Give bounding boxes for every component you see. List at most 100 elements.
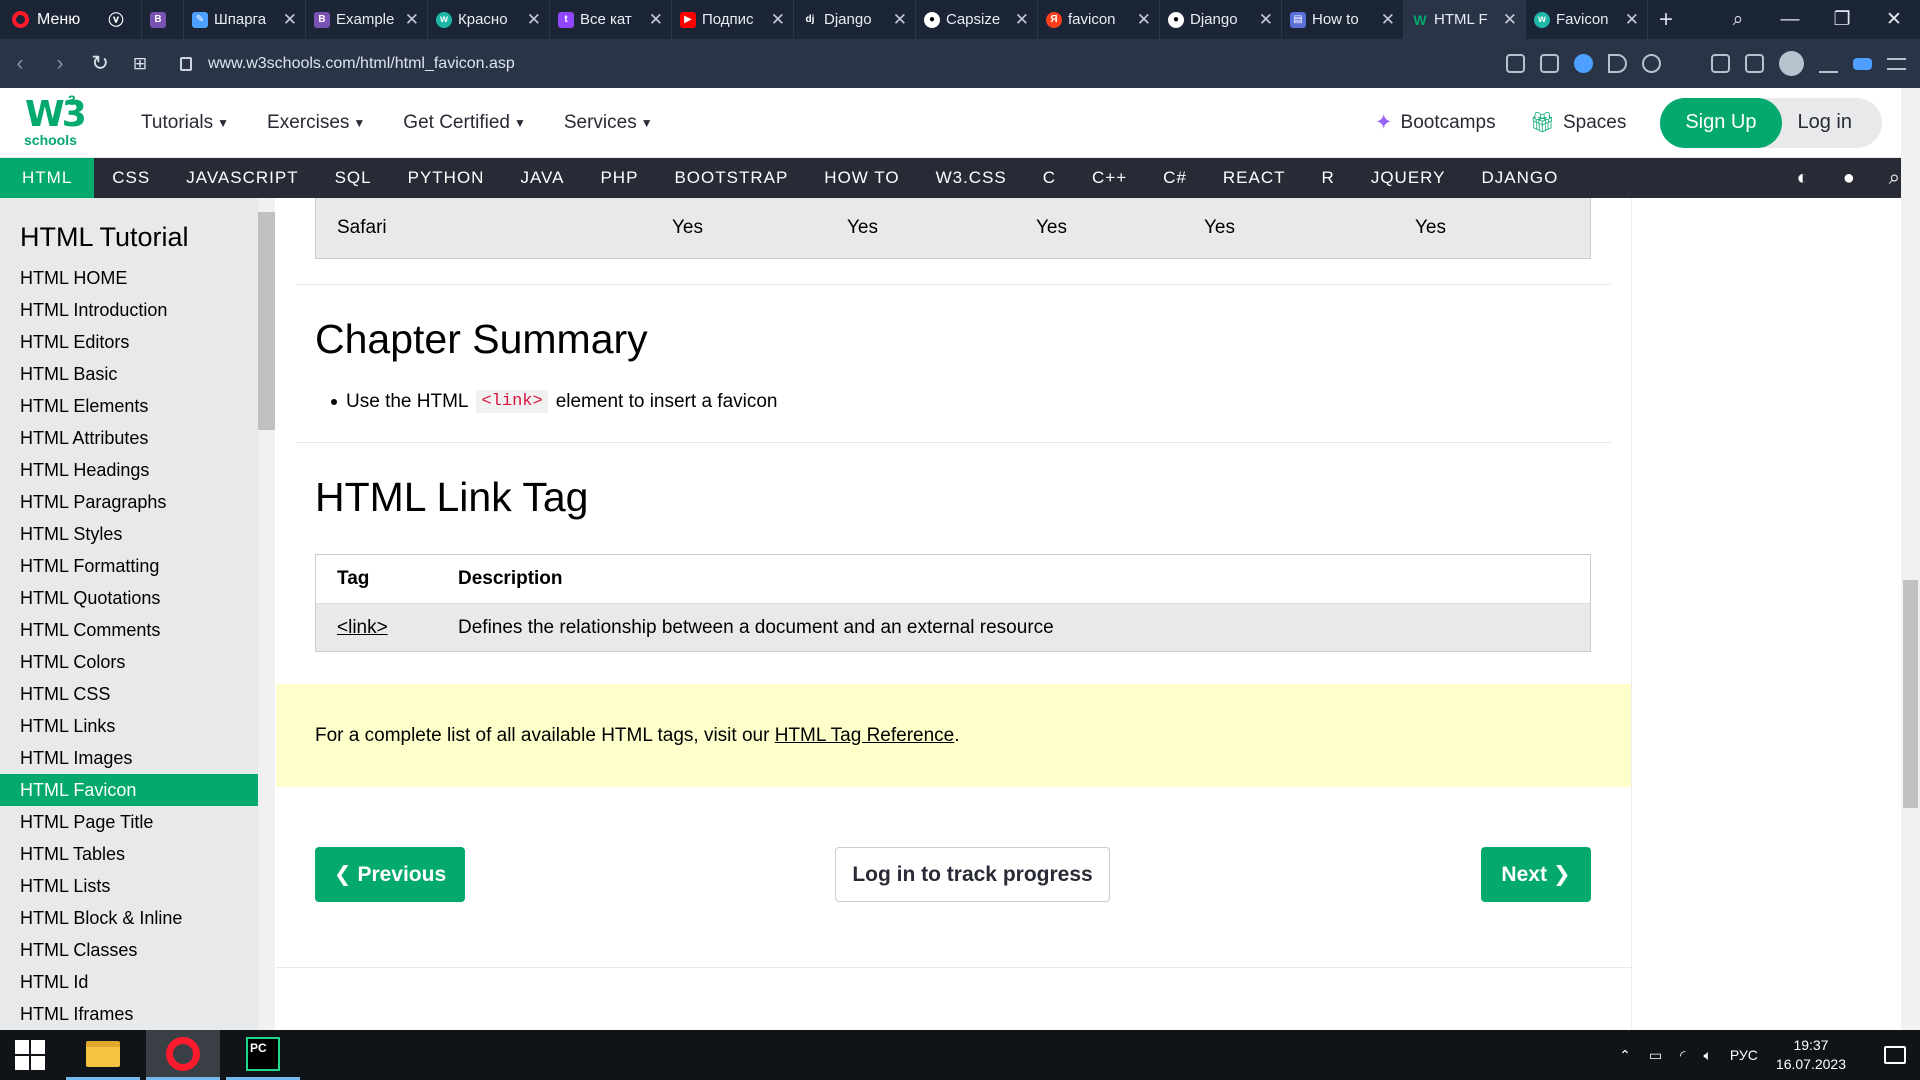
sidebar-item[interactable]: HTML Basic bbox=[0, 358, 258, 390]
sidebar-item[interactable]: HTML Colors bbox=[0, 646, 258, 678]
globe-icon[interactable]: ● bbox=[1843, 167, 1855, 190]
subject-react[interactable]: REACT bbox=[1205, 158, 1304, 198]
sidebar-item[interactable]: HTML Headings bbox=[0, 454, 258, 486]
download-icon[interactable] bbox=[1819, 54, 1838, 73]
forward-icon[interactable]: › bbox=[40, 52, 80, 76]
restore-icon[interactable]: ❐ bbox=[1816, 8, 1868, 31]
profile-avatar-icon[interactable] bbox=[1779, 51, 1804, 76]
cube-icon[interactable] bbox=[1745, 54, 1764, 73]
sidebar-item[interactable]: HTML HOME bbox=[0, 262, 258, 294]
sidebar-item[interactable]: HTML Paragraphs bbox=[0, 486, 258, 518]
sidebar-item[interactable]: HTML Images bbox=[0, 742, 258, 774]
tab-4[interactable]: w Красно ✕ bbox=[428, 0, 550, 39]
search-tabs-icon[interactable]: ⌕ bbox=[1712, 9, 1764, 31]
opera-menu-button[interactable]: Меню bbox=[0, 0, 100, 39]
wifi-icon[interactable]: ◜ bbox=[1680, 1047, 1685, 1064]
subject-sql[interactable]: SQL bbox=[317, 158, 390, 198]
sidebar-item[interactable]: HTML Editors bbox=[0, 326, 258, 358]
taskbar-file-explorer[interactable] bbox=[66, 1030, 140, 1080]
close-icon[interactable]: ✕ bbox=[1381, 10, 1395, 30]
sidebar-item[interactable]: HTML CSS bbox=[0, 678, 258, 710]
bootcamps-link[interactable]: ✦ Bootcamps bbox=[1375, 110, 1496, 135]
spaces-link[interactable]: 🎁︎ Spaces bbox=[1530, 110, 1627, 135]
sidebar-item[interactable]: HTML Introduction bbox=[0, 294, 258, 326]
sidebar-item[interactable]: HTML Iframes bbox=[0, 998, 258, 1030]
close-icon[interactable]: ✕ bbox=[1625, 10, 1639, 30]
subject-r[interactable]: R bbox=[1304, 158, 1353, 198]
menu-services[interactable]: Services ▼ bbox=[545, 112, 672, 134]
log-in-button[interactable]: Log in bbox=[1782, 98, 1883, 148]
tab-7[interactable]: dj Django ✕ bbox=[794, 0, 916, 39]
tab-3[interactable]: B Example ✕ bbox=[306, 0, 428, 39]
sidebar-item[interactable]: HTML Block & Inline bbox=[0, 902, 258, 934]
page-scroll-thumb[interactable] bbox=[1903, 580, 1918, 808]
back-icon[interactable]: ‹ bbox=[0, 52, 40, 76]
subject-php[interactable]: PHP bbox=[582, 158, 656, 198]
taskbar-opera[interactable] bbox=[146, 1030, 220, 1080]
menu-exercises[interactable]: Exercises ▼ bbox=[248, 112, 384, 134]
battery-icon[interactable] bbox=[1853, 57, 1872, 70]
subject-django[interactable]: DJANGO bbox=[1463, 158, 1576, 198]
url-field[interactable]: www.w3schools.com/html/html_favicon.asp bbox=[180, 55, 515, 73]
tab-6[interactable]: ▶ Подпис ✕ bbox=[672, 0, 794, 39]
subject-javascript[interactable]: JAVASCRIPT bbox=[168, 158, 316, 198]
page-scrollbar[interactable] bbox=[1901, 88, 1920, 1030]
easy-setup-icon[interactable] bbox=[1887, 57, 1906, 70]
close-icon[interactable]: ✕ bbox=[283, 10, 297, 30]
sidebar-item[interactable]: HTML Classes bbox=[0, 934, 258, 966]
sidebar-item[interactable]: HTML Formatting bbox=[0, 550, 258, 582]
close-icon[interactable]: ✕ bbox=[527, 10, 541, 30]
vpn-shield-icon[interactable] bbox=[1574, 54, 1593, 73]
subject-python[interactable]: PYTHON bbox=[390, 158, 503, 198]
volume-icon[interactable]: 🔈︎ bbox=[1703, 1047, 1711, 1064]
new-tab-icon[interactable]: + bbox=[1648, 0, 1684, 39]
language-indicator[interactable]: РУС bbox=[1730, 1047, 1758, 1063]
subject-w3css[interactable]: W3.CSS bbox=[918, 158, 1025, 198]
tab-10[interactable]: ● Django ✕ bbox=[1160, 0, 1282, 39]
link-tag-link[interactable]: <link> bbox=[337, 617, 388, 638]
tab-11[interactable]: ▤ How to ✕ bbox=[1282, 0, 1404, 39]
edit-icon[interactable] bbox=[1506, 54, 1525, 73]
subject-csharp[interactable]: C# bbox=[1145, 158, 1205, 198]
contrast-icon[interactable]: ◐ bbox=[1797, 167, 1809, 190]
adblock-shield-icon[interactable] bbox=[1711, 54, 1730, 73]
sidebar-item[interactable]: HTML Lists bbox=[0, 870, 258, 902]
close-icon[interactable]: ✕ bbox=[649, 10, 663, 30]
sidebar-item[interactable]: HTML Styles bbox=[0, 518, 258, 550]
close-icon[interactable]: ✕ bbox=[1259, 10, 1273, 30]
subject-bootstrap[interactable]: BOOTSTRAP bbox=[656, 158, 806, 198]
track-progress-button[interactable]: Log in to track progress bbox=[835, 847, 1110, 902]
menu-tutorials[interactable]: Tutorials ▼ bbox=[122, 112, 248, 134]
send-icon[interactable] bbox=[1608, 54, 1627, 73]
minimize-icon[interactable]: — bbox=[1764, 9, 1816, 31]
tab-bootstrap-pinned[interactable]: B bbox=[142, 0, 184, 39]
heart-icon[interactable] bbox=[1642, 54, 1661, 73]
sidebar-item[interactable]: HTML Quotations bbox=[0, 582, 258, 614]
clock[interactable]: 19:37 16.07.2023 bbox=[1776, 1036, 1846, 1074]
sidebar-item[interactable]: HTML Tables bbox=[0, 838, 258, 870]
subject-html[interactable]: HTML bbox=[0, 158, 95, 198]
close-window-icon[interactable]: ✕ bbox=[1868, 8, 1920, 31]
subject-java[interactable]: JAVA bbox=[502, 158, 582, 198]
close-icon[interactable]: ✕ bbox=[405, 10, 419, 30]
close-icon[interactable]: ✕ bbox=[1015, 10, 1029, 30]
reload-icon[interactable]: ↻ bbox=[80, 51, 120, 76]
subject-css[interactable]: CSS bbox=[94, 158, 168, 198]
sidebar-item[interactable]: HTML Page Title bbox=[0, 806, 258, 838]
start-button[interactable] bbox=[0, 1040, 60, 1070]
sidebar-item-active[interactable]: HTML Favicon bbox=[0, 774, 258, 806]
sidebar-item[interactable]: HTML Links bbox=[0, 710, 258, 742]
html-tag-reference-link[interactable]: HTML Tag Reference bbox=[775, 725, 955, 747]
tab-5[interactable]: t Все кат ✕ bbox=[550, 0, 672, 39]
tab-9[interactable]: Я favicon ✕ bbox=[1038, 0, 1160, 39]
battery-tray-icon[interactable]: ▭ bbox=[1649, 1047, 1662, 1064]
close-icon[interactable]: ✕ bbox=[1137, 10, 1151, 30]
close-icon[interactable]: ✕ bbox=[771, 10, 785, 30]
search-icon[interactable]: ⌕ bbox=[1889, 167, 1900, 190]
sidebar-item[interactable]: HTML Attributes bbox=[0, 422, 258, 454]
tab-2[interactable]: ✎ Шпарга ✕ bbox=[184, 0, 306, 39]
sidebar-item[interactable]: HTML Id bbox=[0, 966, 258, 998]
camera-icon[interactable] bbox=[1540, 54, 1559, 73]
sidebar-item[interactable]: HTML Elements bbox=[0, 390, 258, 422]
subject-cpp[interactable]: C++ bbox=[1074, 158, 1145, 198]
